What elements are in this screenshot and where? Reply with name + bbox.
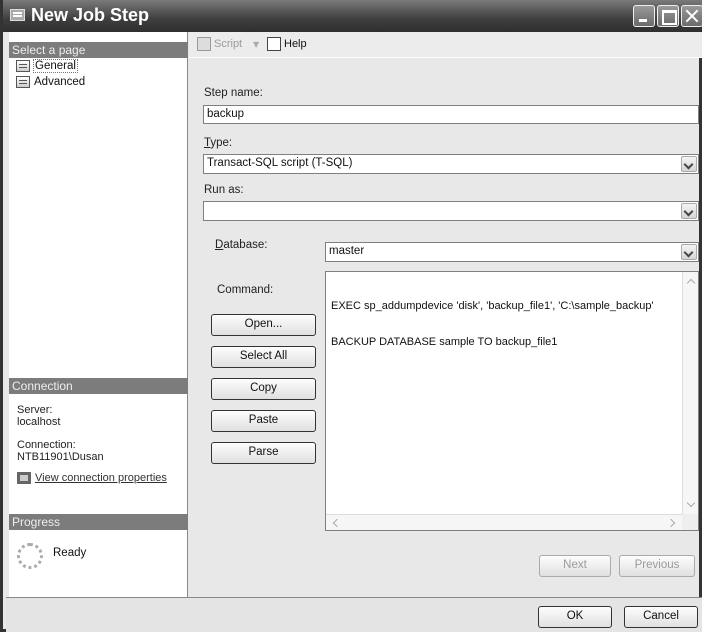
command-label: Command: — [217, 284, 274, 296]
copy-button[interactable]: Copy — [211, 378, 316, 400]
connection-value: NTB11901\Dusan — [17, 451, 104, 463]
chevron-down-icon[interactable] — [681, 203, 697, 219]
properties-icon — [17, 472, 31, 484]
progress-spinner-icon — [17, 543, 43, 569]
previous-button[interactable]: Previous — [619, 555, 695, 577]
script-icon — [197, 37, 211, 51]
page-item-general[interactable]: General — [16, 58, 78, 74]
progress-header: Progress — [9, 514, 188, 530]
cancel-button[interactable]: Cancel — [624, 606, 698, 628]
command-textarea[interactable]: EXEC sp_addumpdevice 'disk', 'backup_fil… — [325, 271, 699, 531]
step-name-label: Step name: — [204, 87, 263, 99]
connection-label: Connection: — [17, 439, 76, 451]
progress-status: Ready — [53, 547, 87, 559]
left-pane: Select a page General Advanced Connectio… — [9, 32, 188, 597]
command-text: EXEC sp_addumpdevice 'disk', 'backup_fil… — [331, 276, 671, 372]
script-dropdown-arrow-icon[interactable]: ▼ — [253, 40, 259, 49]
help-button[interactable]: Help — [267, 37, 307, 51]
page-settings-icon — [16, 60, 30, 72]
scrollbar-corner — [682, 514, 698, 530]
database-select[interactable]: master — [325, 242, 699, 262]
script-button[interactable]: Script — [197, 37, 242, 51]
scroll-up-icon[interactable] — [686, 278, 696, 288]
page-item-advanced[interactable]: Advanced — [16, 74, 85, 90]
run-as-label: Run as: — [204, 184, 244, 196]
maximize-button[interactable] — [657, 5, 679, 27]
type-select[interactable]: Transact-SQL script (T-SQL) — [203, 154, 699, 174]
help-icon — [267, 37, 281, 51]
database-select-value: master — [329, 245, 365, 257]
minimize-button[interactable] — [633, 5, 655, 27]
server-value: localhost — [17, 416, 61, 428]
toolbar: Script ▼ Help — [189, 32, 702, 58]
page-item-label: Advanced — [34, 76, 86, 88]
ok-button[interactable]: OK — [538, 606, 612, 628]
page-settings-icon — [16, 76, 30, 88]
run-as-select[interactable] — [203, 201, 699, 221]
chevron-down-icon[interactable] — [681, 244, 697, 260]
database-label-text: atabase: — [223, 239, 268, 251]
window-title: New Job Step — [31, 5, 150, 25]
help-label: Help — [284, 38, 307, 50]
title-bar[interactable]: New Job Step — [3, 0, 702, 32]
scroll-left-icon[interactable] — [332, 518, 342, 528]
chevron-down-icon[interactable] — [681, 156, 697, 172]
open-button[interactable]: Open... — [211, 314, 316, 336]
scroll-right-icon[interactable] — [666, 518, 676, 528]
select-all-button[interactable]: Select All — [211, 346, 316, 368]
parse-button[interactable]: Parse — [211, 442, 316, 464]
page-item-label: General — [33, 59, 78, 73]
paste-button[interactable]: Paste — [211, 410, 316, 432]
window-icon — [10, 9, 25, 21]
type-select-value: Transact-SQL script (T-SQL) — [207, 157, 353, 169]
step-name-input[interactable]: backup — [203, 105, 699, 124]
connection-header: Connection — [9, 378, 188, 394]
select-page-header: Select a page — [9, 42, 188, 58]
next-button[interactable]: Next — [539, 555, 611, 577]
horizontal-scrollbar[interactable] — [326, 514, 684, 530]
view-connection-properties-link[interactable]: View connection properties — [17, 472, 167, 484]
scroll-down-icon[interactable] — [686, 498, 696, 508]
close-button[interactable] — [681, 5, 702, 27]
database-label: Database: — [215, 239, 267, 251]
type-label-text: ype: — [210, 137, 233, 149]
new-job-step-window: New Job Step Select a page General Advan… — [0, 0, 702, 632]
server-label: Server: — [17, 404, 53, 416]
type-label: Type: — [204, 137, 232, 149]
view-connection-properties-label: View connection properties — [35, 472, 167, 484]
command-line: EXEC sp_addumpdevice 'disk', 'backup_fil… — [331, 300, 654, 312]
script-label: Script — [214, 38, 243, 50]
command-line: BACKUP DATABASE sample TO backup_file1 — [331, 336, 558, 348]
vertical-scrollbar[interactable] — [682, 272, 698, 514]
